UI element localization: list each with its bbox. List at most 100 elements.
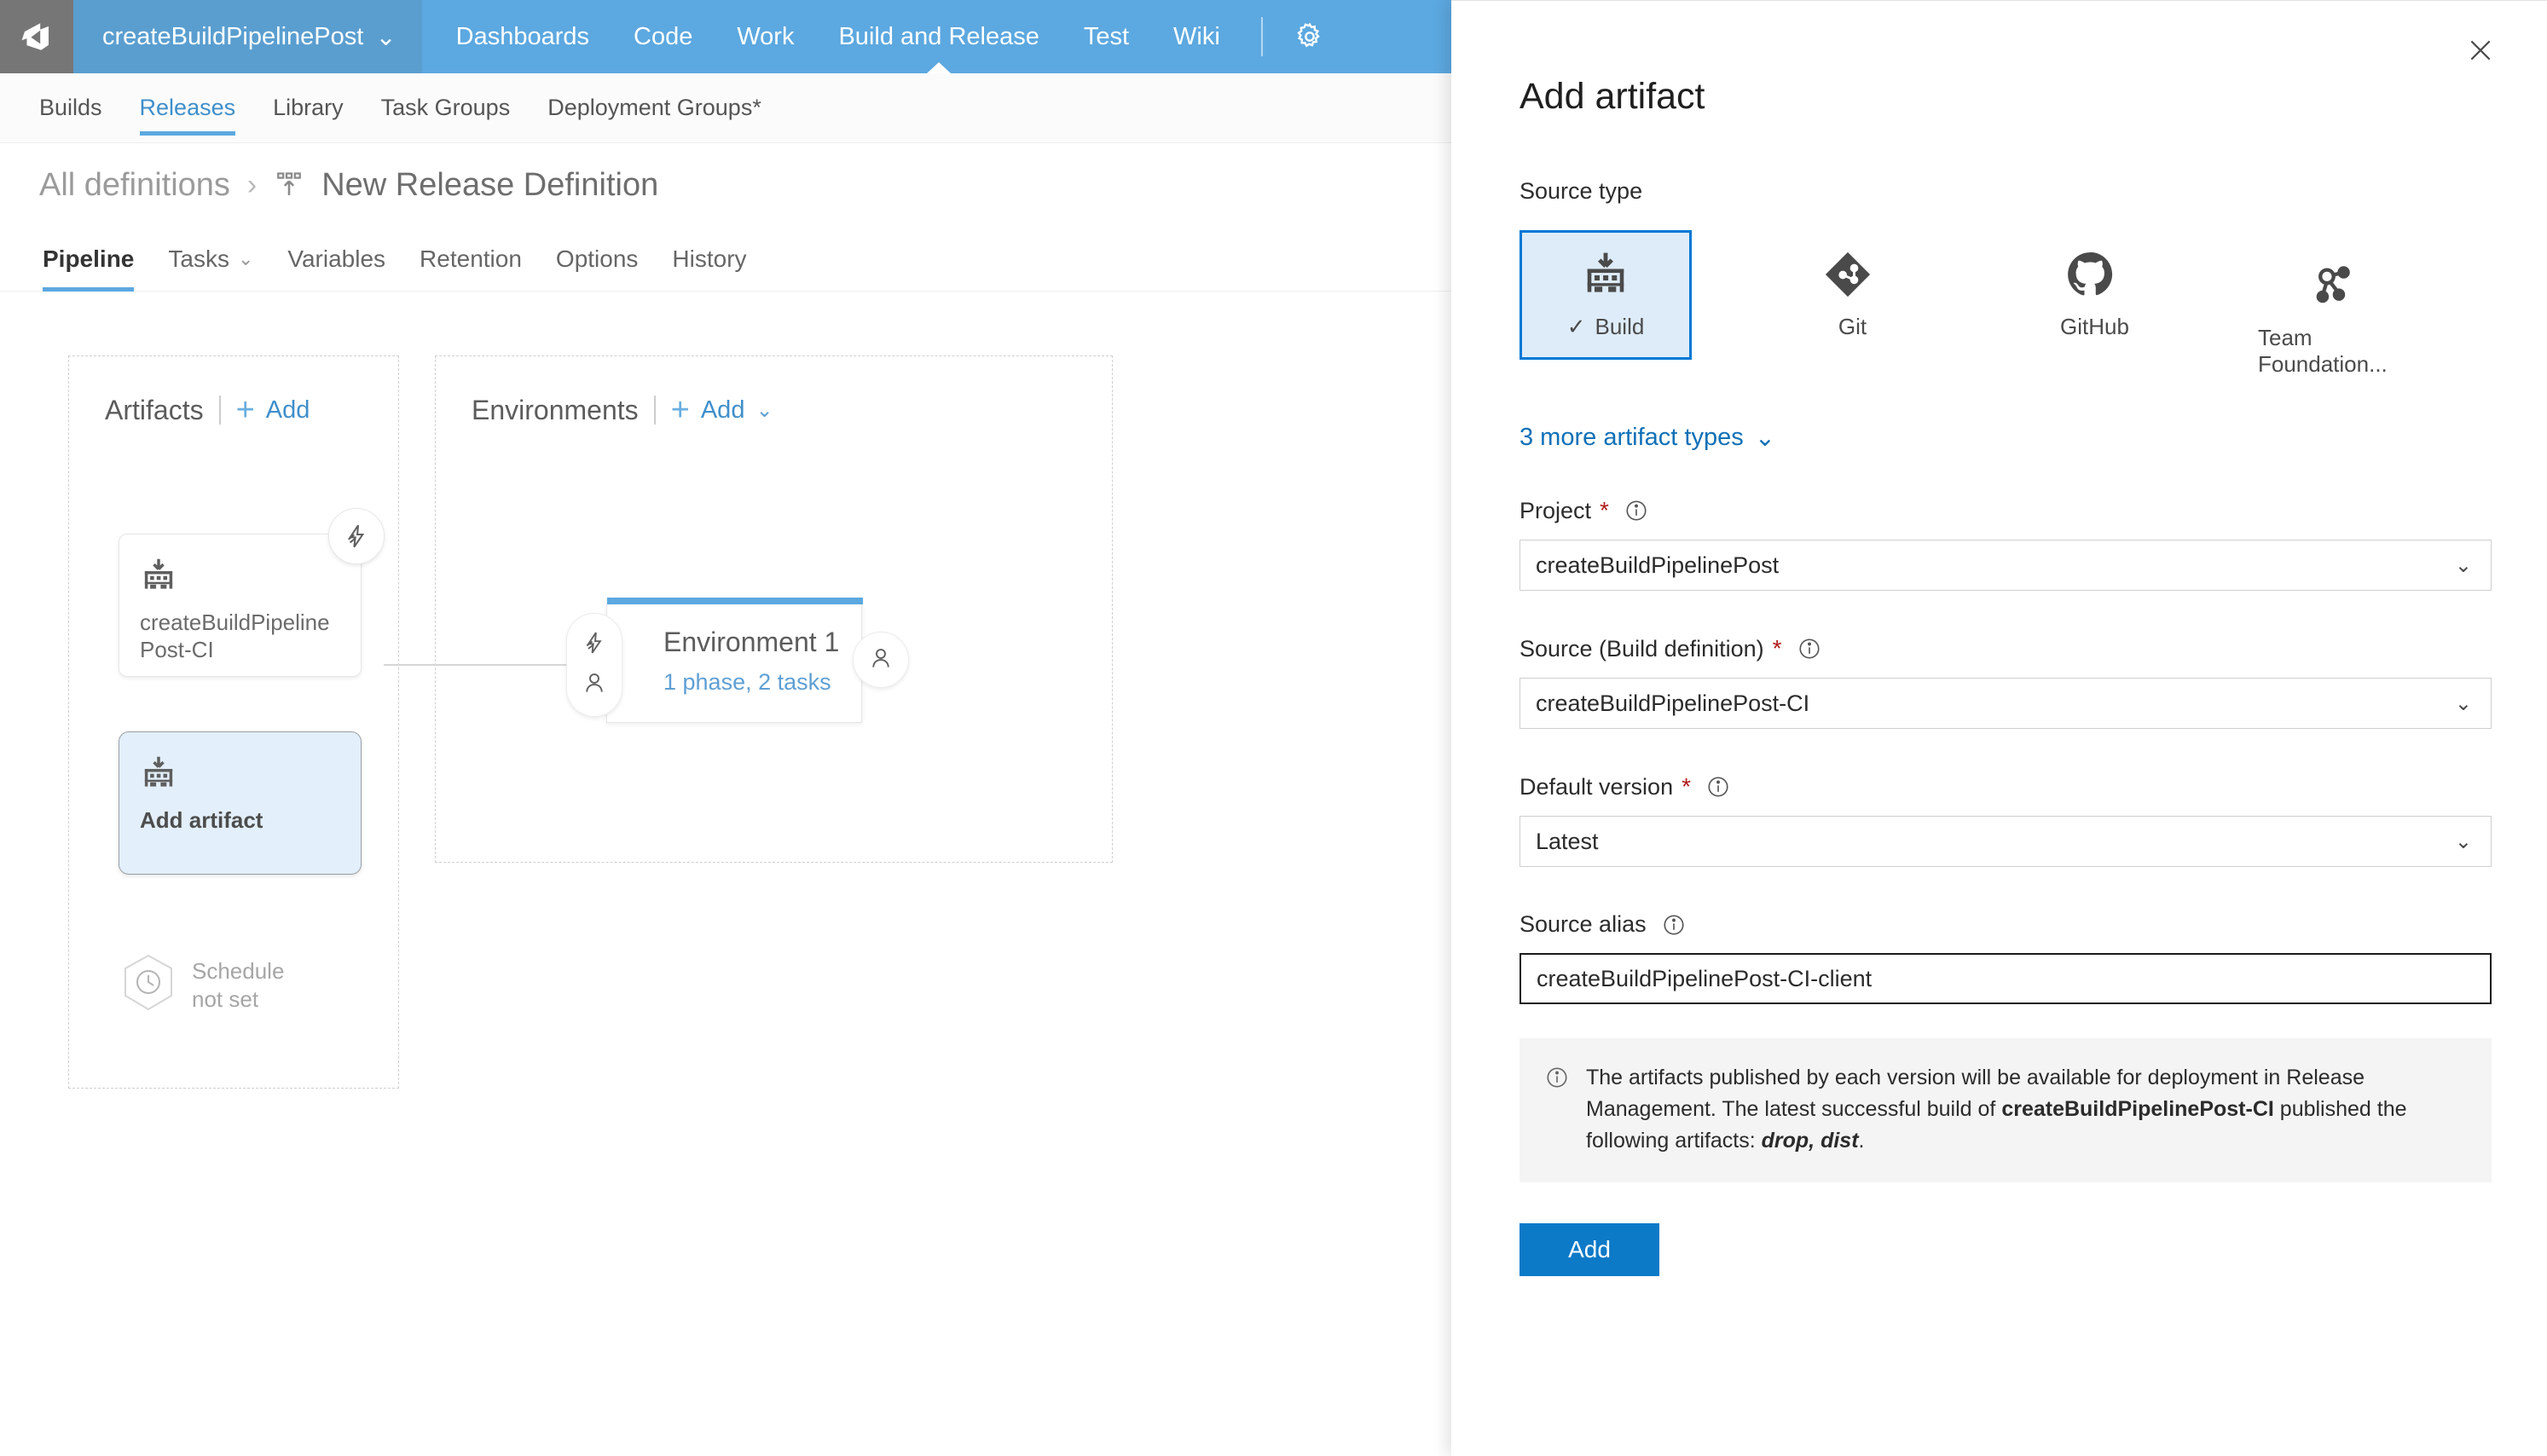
more-artifact-types-link[interactable]: 3 more artifact types ⌄ [1520,423,1775,453]
artifact-info-notice-text: The artifacts published by each version … [1586,1062,2466,1157]
source-type-team-foundation[interactable]: Team Foundation... [2246,254,2418,384]
required-asterisk: * [1600,497,1609,523]
more-artifact-types-label: 3 more artifact types [1520,424,1744,451]
azure-devops-logo-icon[interactable] [0,0,73,73]
source-type-git[interactable]: Git [1762,230,1934,360]
project-label-text: Project [1520,497,1592,523]
tab-retention[interactable]: Retention [402,227,539,292]
nav-item-code[interactable]: Code [611,0,715,73]
subnav-item-task-groups[interactable]: Task Groups [362,73,530,143]
schedule-trigger[interactable]: Schedule not set [122,953,284,1017]
tab-tasks-label: Tasks [168,245,229,272]
artifact-card[interactable]: createBuildPipelinePost-CI [119,534,362,677]
team-foundation-version-control-icon [2307,261,2357,315]
tab-history-label: History [672,245,747,272]
divider [653,396,656,425]
git-icon [1823,250,1873,303]
source-type-git-label: Git [1829,314,1867,340]
source-type-team-foundation-label: Team Foundation... [2249,325,2416,378]
info-icon [1545,1062,1569,1094]
source-alias-field-group: Source alias createBuildPipelinePost-CI-… [1520,911,2492,1004]
panel-body: Source type ✓ Build Git GitHub Team Foun… [1520,178,2492,1276]
github-icon [2065,250,2115,303]
source-build-definition-label-text: Source (Build definition) [1520,635,1764,662]
tab-history[interactable]: History [655,227,763,292]
environment-name: Environment 1 [663,627,840,657]
subnav-item-builds[interactable]: Builds [20,73,121,143]
add-artifact-panel: Add artifact Source type ✓ Build Git Git… [1451,0,2547,1456]
project-select-value: createBuildPipelinePost [1536,552,1780,578]
nav-item-wiki[interactable]: Wiki [1151,0,1242,73]
gear-icon[interactable] [1282,0,1338,73]
person-icon [868,645,894,675]
definition-tabs: Pipeline Tasks ⌄ Variables Retention Opt… [0,227,1451,292]
add-button[interactable]: Add [1520,1223,1659,1276]
build-artifact-icon [1581,250,1630,303]
tile-label-text: Git [1838,314,1867,339]
tab-variables[interactable]: Variables [270,227,402,292]
secondary-navigation: Builds Releases Library Task Groups Depl… [0,73,1451,143]
artifact-environment-connector [384,664,568,666]
add-environment-link[interactable]: + Add ⌄ [671,394,773,426]
subnav-item-releases[interactable]: Releases [121,73,255,143]
chevron-down-icon: ⌄ [1754,425,1776,452]
source-alias-label: Source alias [1520,911,2492,938]
nav-item-test[interactable]: Test [1062,0,1151,73]
info-icon[interactable] [1662,913,1686,937]
source-type-build[interactable]: ✓ Build [1520,230,1692,360]
tab-retention-label: Retention [420,245,522,272]
project-selector[interactable]: createBuildPipelinePost ⌄ [73,0,422,73]
plus-icon: + [670,392,690,428]
lightning-bolt-icon[interactable] [328,508,385,564]
subnav-item-library[interactable]: Library [254,73,362,143]
artifact-info-notice: The artifacts published by each version … [1520,1038,2492,1182]
source-type-github[interactable]: GitHub [2004,230,2176,360]
environment-phase-summary[interactable]: 1 phase, 2 tasks [663,669,831,696]
pre-deployment-conditions-button[interactable] [566,613,622,717]
plus-icon: + [235,392,255,428]
tab-tasks[interactable]: Tasks ⌄ [151,227,270,292]
tile-label-text: GitHub [2060,314,2129,339]
tab-pipeline[interactable]: Pipeline [26,227,151,292]
required-asterisk: * [1682,773,1691,800]
chevron-down-icon: ⌄ [2454,553,2472,577]
breadcrumb-all-definitions[interactable]: All definitions [39,167,230,204]
schedule-label: Schedule not set [192,957,284,1013]
person-icon [582,670,607,700]
nav-item-work[interactable]: Work [715,0,816,73]
source-type-tiles: ✓ Build Git GitHub Team Foundation... [1520,230,2492,384]
default-version-value: Latest [1536,828,1599,854]
artifact-card-label: createBuildPipelinePost-CI [140,610,330,663]
environment-node[interactable]: Environment 1 1 phase, 2 tasks [384,598,909,723]
info-icon[interactable] [1706,775,1730,799]
tab-options[interactable]: Options [539,227,656,292]
default-version-select[interactable]: Latest ⌄ [1520,816,2492,867]
add-artifact-card[interactable]: Add artifact [119,731,362,875]
info-icon[interactable] [1797,637,1821,661]
source-type-label: Source type [1520,178,2492,205]
top-nav-links: Dashboards Code Work Build and Release T… [422,0,1242,73]
default-version-field-group: Default version * Latest ⌄ [1520,773,2492,867]
nav-item-dashboards[interactable]: Dashboards [422,0,611,73]
check-icon: ✓ [1566,314,1586,339]
page-title: New Release Definition [321,166,659,203]
chevron-down-icon: ⌄ [375,23,397,51]
close-icon[interactable] [2455,25,2506,76]
clock-icon [122,953,175,1017]
source-alias-input[interactable]: createBuildPipelinePost-CI-client [1520,953,2492,1004]
info-icon[interactable] [1624,499,1648,523]
project-select[interactable]: createBuildPipelinePost ⌄ [1520,540,2492,591]
top-navigation-bar: createBuildPipelinePost ⌄ Dashboards Cod… [0,0,1451,73]
post-deployment-conditions-button[interactable] [853,632,909,688]
notice-bold-build-name: createBuildPipelinePost-CI [2001,1097,2274,1121]
add-artifact-link[interactable]: + Add [236,394,310,426]
nav-divider [1260,17,1263,56]
add-environment-label: Add [700,396,745,424]
chevron-down-icon: ⌄ [237,247,254,269]
subnav-item-deployment-groups[interactable]: Deployment Groups* [529,73,780,143]
source-build-definition-select[interactable]: createBuildPipelinePost-CI ⌄ [1520,678,2492,729]
nav-item-build-and-release[interactable]: Build and Release [816,0,1061,73]
source-build-definition-field-group: Source (Build definition) * createBuildP… [1520,635,2492,729]
required-asterisk: * [1772,635,1782,662]
artifacts-panel: Artifacts + Add createBuildPipelinePost-… [68,355,399,1089]
